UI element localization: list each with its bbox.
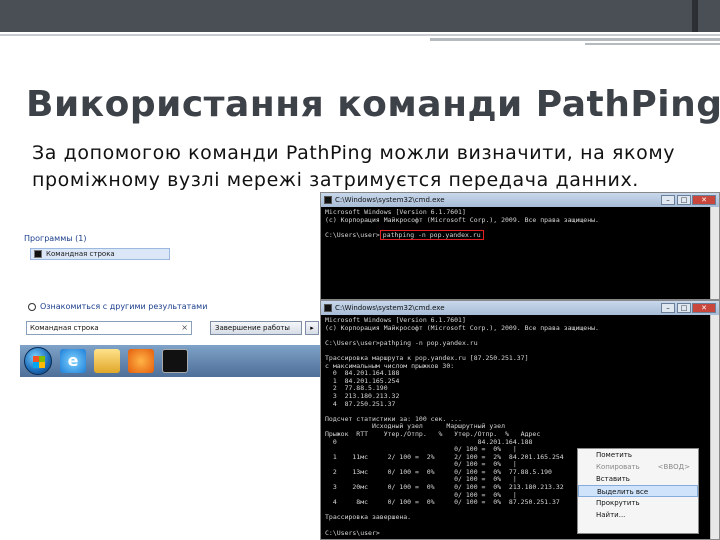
console-prompt: C:\Users\user> <box>325 230 380 239</box>
maximize-button[interactable]: □ <box>677 303 691 313</box>
console-prompt-line: C:\Users\user> pathping -n pop.yandex.ru <box>325 229 715 240</box>
program-item-cmd[interactable]: Командная строка <box>30 248 170 260</box>
shutdown-options-button[interactable]: ▸ <box>305 321 319 335</box>
menu-item-label: Копировать <box>596 463 640 471</box>
cmd-titlebar[interactable]: C:\Windows\system32\cmd.exe – □ ✕ <box>321 301 719 315</box>
slide-title: Використання команди PathPing <box>26 84 720 125</box>
top-decor-line <box>430 38 720 41</box>
menu-item-copy[interactable]: Копировать <ВВОД> <box>578 461 698 473</box>
cmd-taskbar-icon[interactable] <box>162 349 188 373</box>
windows-logo-icon <box>33 362 45 368</box>
close-button[interactable]: ✕ <box>692 303 716 313</box>
cmd-scrollbar[interactable] <box>710 207 719 299</box>
start-search-input[interactable]: Командная строка × <box>26 321 192 335</box>
search-icon <box>28 302 36 311</box>
cmd-icon <box>324 304 332 312</box>
menu-item-paste[interactable]: Вставить <box>578 473 698 485</box>
programs-section-header: Программы (1) <box>24 234 87 243</box>
see-more-results-link[interactable]: Ознакомиться с другими результатами <box>28 302 207 311</box>
explorer-folder-icon[interactable] <box>94 349 120 373</box>
top-decor-line <box>0 34 720 36</box>
menu-item-shortcut: <ВВОД> <box>657 463 690 471</box>
top-decor-bar <box>0 0 720 32</box>
minimize-button[interactable]: – <box>661 303 675 313</box>
console-line: (c) Корпорация Майкрософт (Microsoft Cor… <box>325 215 599 224</box>
top-decor-line <box>585 43 720 45</box>
top-decor-accent <box>692 0 698 32</box>
cmd-titlebar[interactable]: C:\Windows\system32\cmd.exe – □ ✕ <box>321 193 719 207</box>
media-player-icon[interactable] <box>128 349 154 373</box>
close-button[interactable]: ✕ <box>692 195 716 205</box>
see-more-label: Ознакомиться с другими результатами <box>40 302 208 311</box>
cmd-window-title: C:\Windows\system32\cmd.exe <box>335 304 445 312</box>
internet-explorer-icon[interactable]: e <box>60 349 86 373</box>
shutdown-button[interactable]: Завершение работы <box>210 321 302 335</box>
maximize-button[interactable]: □ <box>677 195 691 205</box>
menu-item-find[interactable]: Найти... <box>578 509 698 521</box>
cmd-icon <box>324 196 332 204</box>
cmd-icon <box>34 250 42 258</box>
context-menu: Пометить Копировать <ВВОД> Вставить Выдел… <box>577 448 699 534</box>
program-item-label: Командная строка <box>46 250 115 258</box>
slide-body-text: За допомогою команди PathPing можли визн… <box>32 142 676 191</box>
menu-item-scroll[interactable]: Прокрутить <box>578 497 698 509</box>
start-button[interactable] <box>24 347 52 375</box>
cmd-window-command: C:\Windows\system32\cmd.exe – □ ✕ Micros… <box>320 192 720 300</box>
clear-icon[interactable]: × <box>181 323 188 332</box>
menu-item-select-all[interactable]: Выделить все <box>578 485 698 497</box>
minimize-button[interactable]: – <box>661 195 675 205</box>
menu-item-mark[interactable]: Пометить <box>578 449 698 461</box>
search-input-value: Командная строка <box>30 324 99 332</box>
cmd-console-output[interactable]: Microsoft Windows [Version 6.1.7601] (c) … <box>321 207 719 241</box>
cmd-window-title: C:\Windows\system32\cmd.exe <box>335 196 445 204</box>
cmd-scrollbar[interactable] <box>710 315 719 539</box>
pathping-command-highlight: pathping -n pop.yandex.ru <box>379 229 484 240</box>
taskbar: e <box>20 345 320 377</box>
